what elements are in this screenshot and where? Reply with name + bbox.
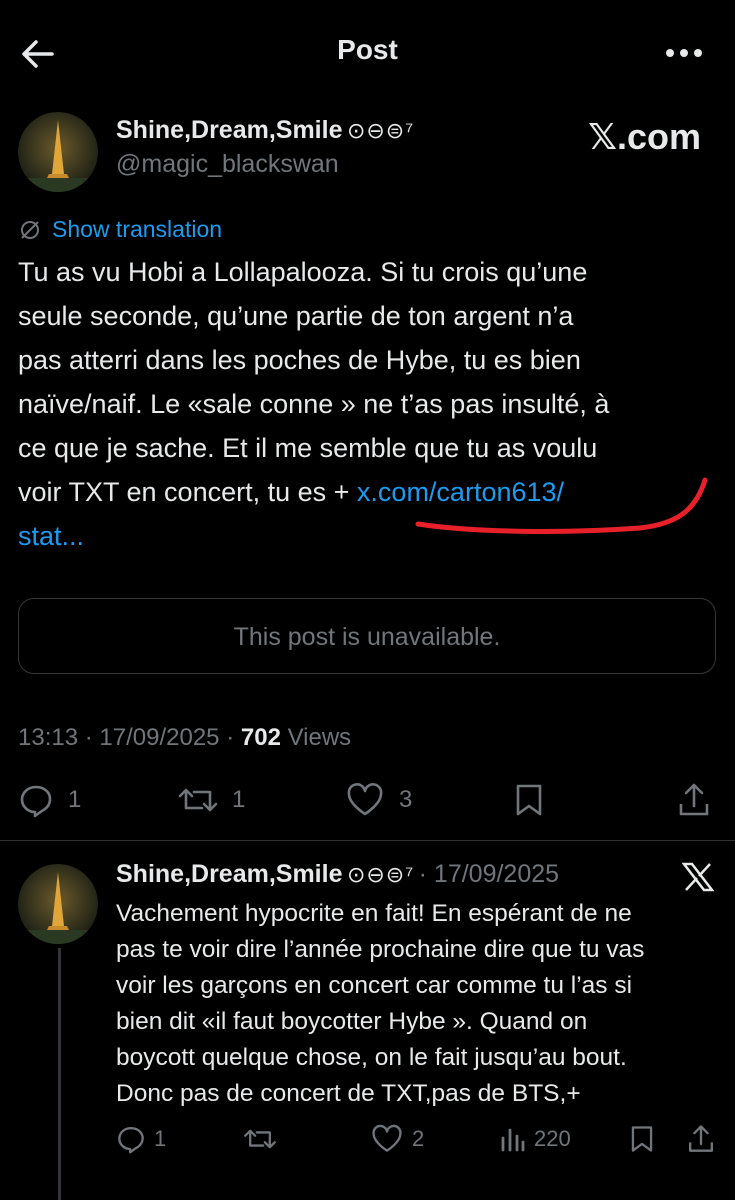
reply-count: 1: [68, 786, 82, 813]
unavailable-quote: This post is unavailable.: [18, 598, 716, 674]
author-row: Shine,Dream,Smile ⊙⊖⊜⁷: [116, 116, 414, 145]
annotation-underline: [410, 472, 710, 542]
reply-views-action[interactable]: 220: [500, 1124, 571, 1154]
reply-line: boycott quelque chose, on le fait jusqu’…: [116, 1044, 627, 1071]
post-meta: 13:13 · 17/09/2025 · 702 Views: [18, 724, 351, 752]
reply-bookmark-icon[interactable]: [628, 1124, 656, 1154]
post-line: seule seconde, qu’une partie de ton arge…: [18, 301, 574, 331]
meta-separator: ·: [84, 724, 93, 751]
post-date: 17/09/2025: [99, 724, 220, 751]
views-count: 702: [240, 724, 281, 751]
x-logo-icon: [682, 862, 714, 892]
author-name[interactable]: Shine,Dream,Smile: [116, 116, 342, 144]
share-icon[interactable]: [676, 782, 712, 818]
thread-line: [58, 948, 61, 1200]
divider: [0, 840, 735, 841]
avatar[interactable]: [18, 112, 98, 192]
reply-author-name[interactable]: Shine,Dream,Smile: [116, 860, 342, 888]
reply-like-action[interactable]: 2: [370, 1124, 424, 1154]
views-label: Views: [287, 724, 352, 751]
like-action[interactable]: 3: [345, 782, 412, 818]
like-count: 3: [399, 786, 413, 813]
reply-views-count: 220: [534, 1126, 571, 1151]
repost-icon: [176, 782, 220, 818]
author-badges: ⊙⊖⊜⁷: [346, 118, 415, 143]
reply-line: bien dit «il faut boycotter Hybe ». Quan…: [116, 1008, 588, 1035]
post-line: voir TXT en concert, tu es +: [18, 477, 357, 507]
reply-icon: [116, 1124, 146, 1154]
reply-icon: [18, 782, 54, 818]
reply-share-icon[interactable]: [686, 1124, 716, 1154]
show-translation-label[interactable]: Show translation: [52, 216, 222, 243]
heart-icon: [370, 1124, 404, 1154]
post-time: 13:13: [18, 724, 79, 751]
reply-header: Shine,Dream,Smile ⊙⊖⊜⁷ · 17/09/2025: [116, 860, 559, 889]
show-translation[interactable]: Show translation: [18, 216, 222, 243]
bookmark-icon[interactable]: [512, 782, 546, 818]
page-title: Post: [337, 34, 398, 65]
post-line: pas atterri dans les poches de Hybe, tu …: [18, 345, 581, 375]
reply-reply-count: 1: [154, 1126, 167, 1151]
reply-body: Vachement hypocrite en fait! En espérant…: [116, 896, 726, 1112]
reply-date[interactable]: · 17/09/2025: [419, 860, 559, 888]
meta-separator: ·: [226, 724, 235, 751]
reply-line: voir les garçons en concert car comme tu…: [116, 972, 633, 999]
reply-avatar[interactable]: [18, 864, 98, 944]
translate-icon: [18, 218, 42, 242]
post-line: Tu as vu Hobi a Lollapalooza. Si tu croi…: [18, 257, 588, 287]
reply-reply-action[interactable]: 1: [116, 1124, 166, 1154]
repost-count: 1: [232, 786, 246, 813]
reply-repost-icon[interactable]: [242, 1124, 278, 1154]
repost-action[interactable]: 1: [176, 782, 245, 818]
post-line: ce que je sache. Et il me semble que tu …: [18, 433, 598, 463]
more-options-icon[interactable]: [662, 38, 706, 68]
post-line: naïve/naif. Le «sale conne » ne t’as pas…: [18, 389, 610, 419]
reply-like-count: 2: [412, 1126, 425, 1151]
reply-action[interactable]: 1: [18, 782, 81, 818]
reply-line: Donc pas de concert de TXT,pas de BTS,+: [116, 1080, 581, 1107]
brand-watermark: 𝕏.com: [588, 116, 702, 157]
heart-icon: [345, 782, 385, 818]
reply-line: Vachement hypocrite en fait! En espérant…: [116, 900, 632, 927]
views-icon: [500, 1124, 526, 1154]
author-handle[interactable]: @magic_blackswan: [116, 150, 339, 179]
reply-author-badges: ⊙⊖⊜⁷: [346, 862, 415, 887]
reply-line: pas te voir dire l’année prochaine dire …: [116, 936, 645, 963]
